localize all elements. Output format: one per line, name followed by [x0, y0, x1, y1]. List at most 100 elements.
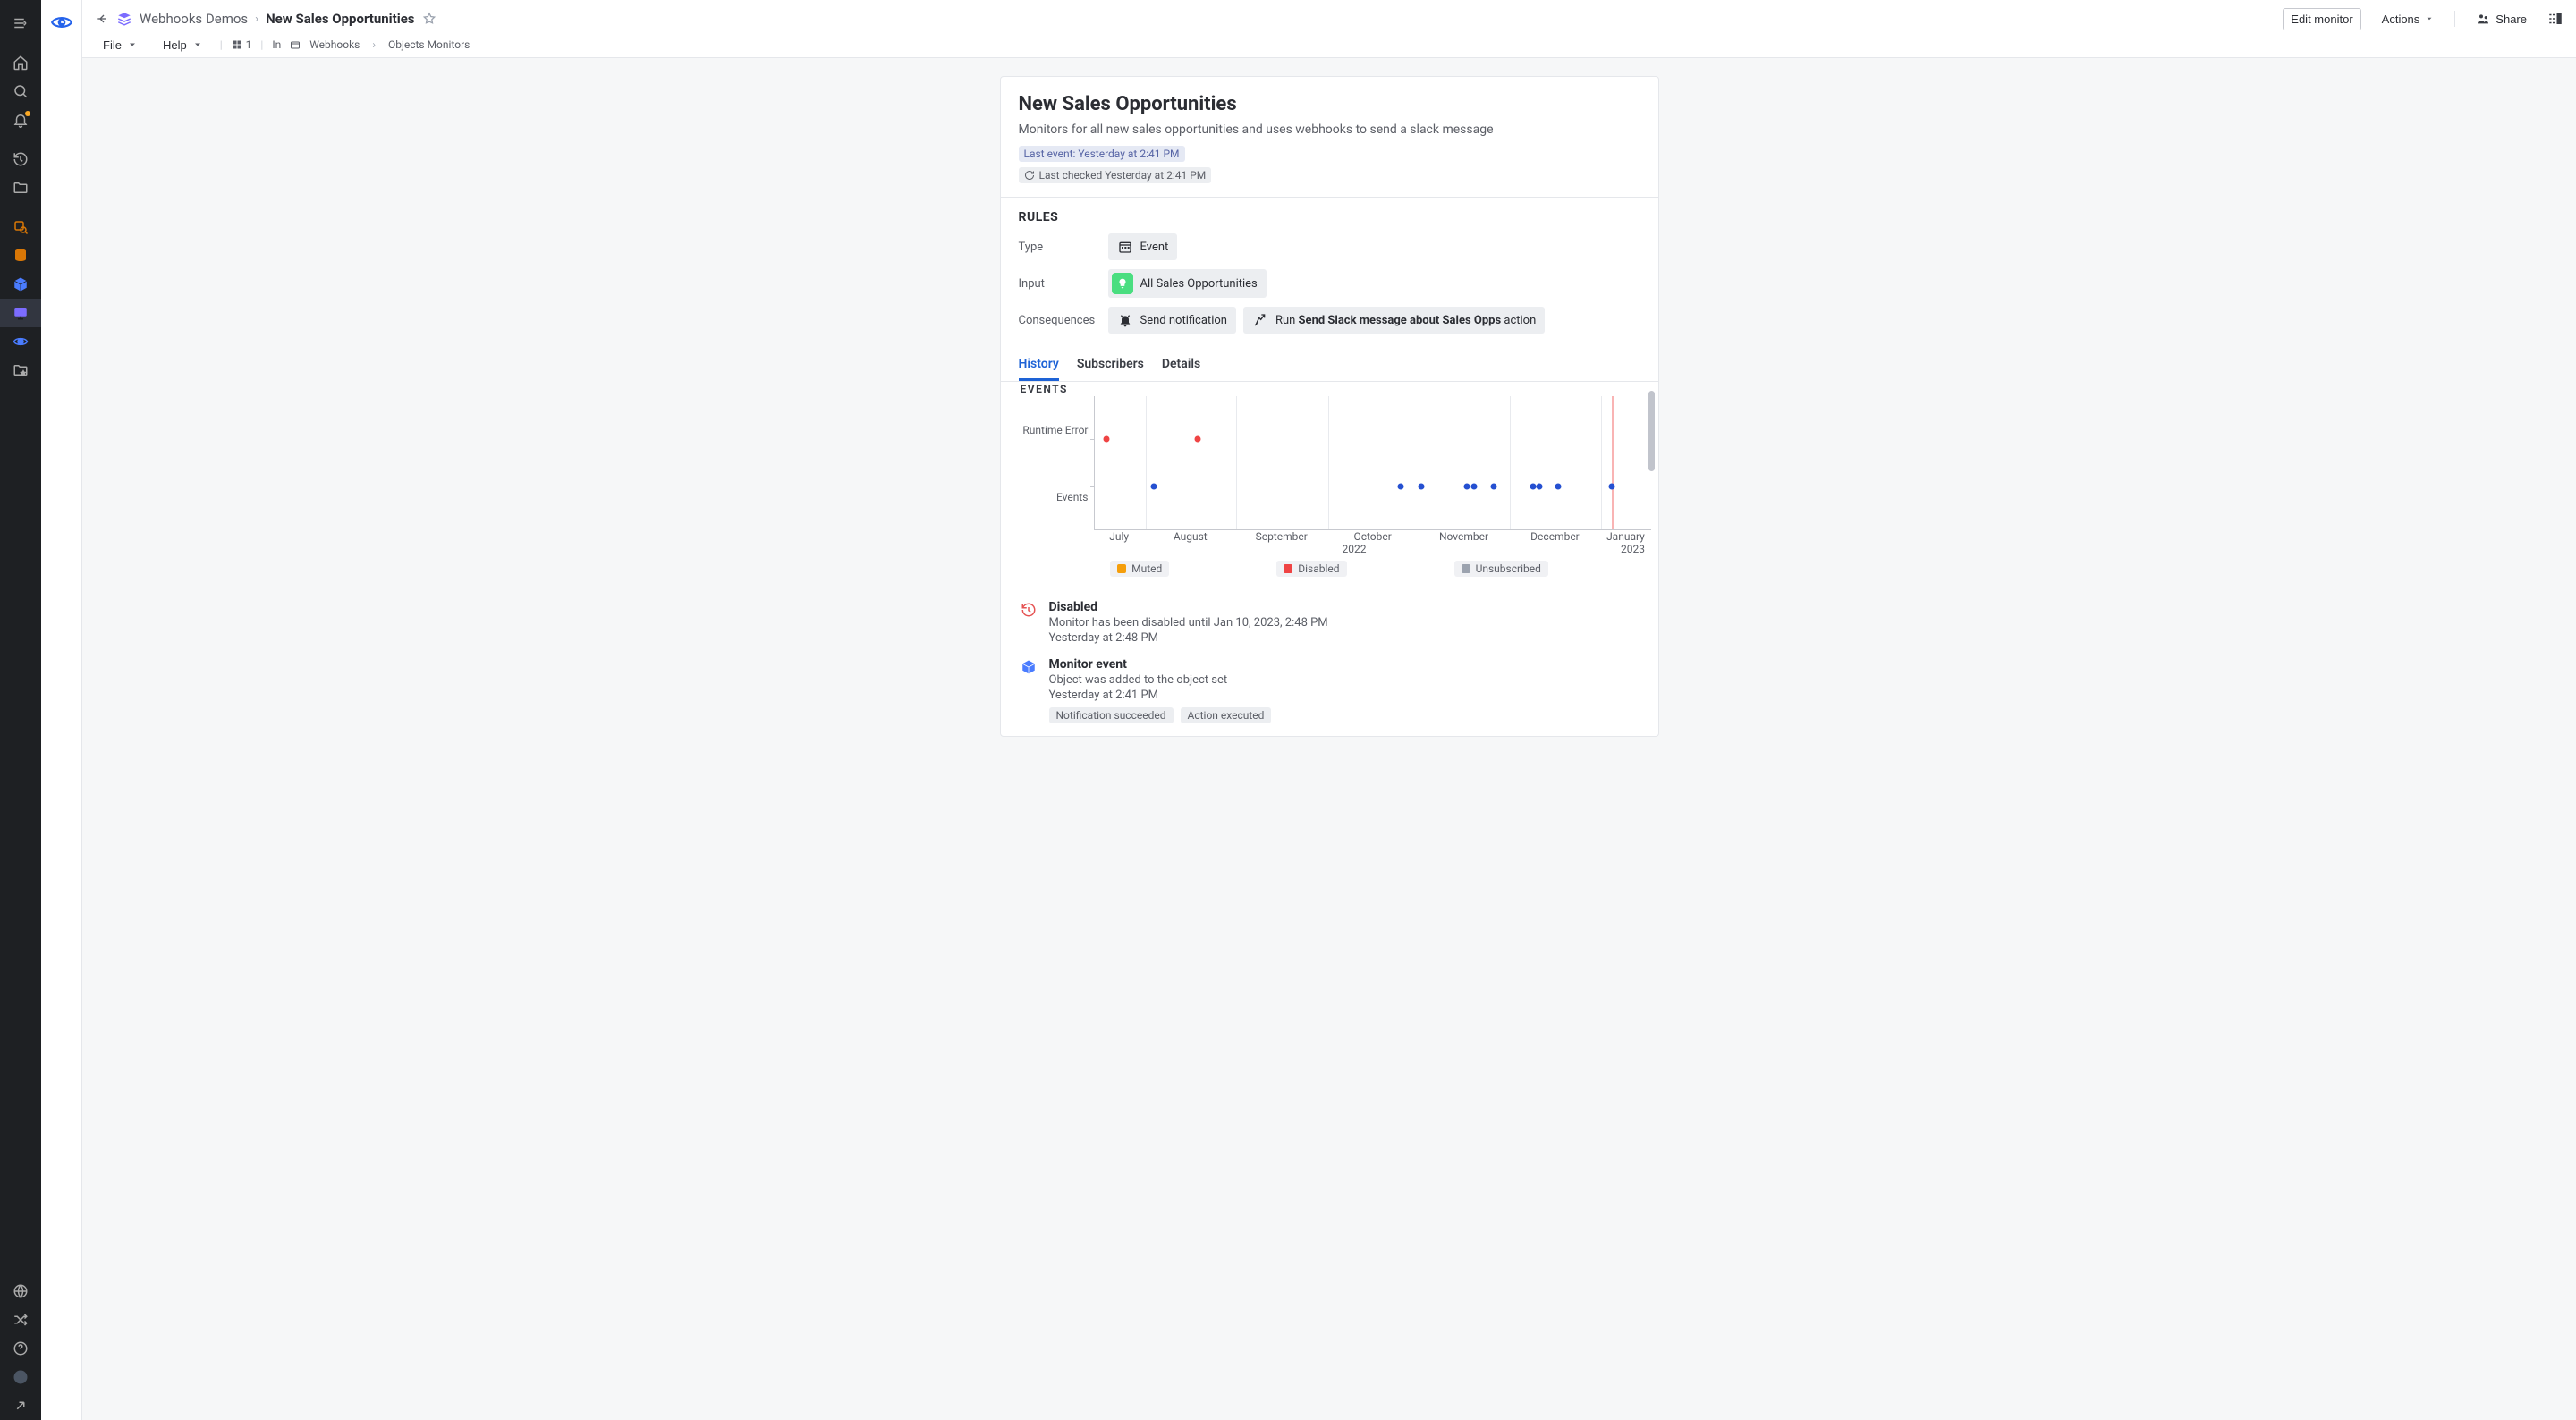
feed-title: Monitor event — [1049, 657, 1272, 672]
actions-dropdown[interactable]: Actions — [2374, 8, 2443, 30]
divider — [2454, 11, 2455, 27]
viewers-number: 1 — [246, 38, 252, 51]
lightbulb-icon — [1112, 273, 1133, 294]
explore-icon[interactable] — [0, 213, 41, 241]
ylabel-events: Events — [1008, 488, 1089, 506]
help-menu[interactable]: Help — [155, 34, 211, 56]
xlabel: January — [1600, 530, 1650, 543]
history-red-icon — [1019, 600, 1038, 645]
chart-point — [1151, 484, 1157, 490]
notification-dot — [25, 111, 30, 116]
star-icon[interactable] — [422, 12, 436, 26]
monitor-card: New Sales Opportunities Monitors for all… — [1000, 76, 1659, 737]
feed-badge: Action executed — [1181, 707, 1272, 723]
cube-blue-icon — [1019, 657, 1038, 723]
last-checked-text: Last checked Yesterday at 2:41 PM — [1039, 169, 1207, 182]
monitor-app-icon[interactable] — [0, 299, 41, 327]
input-chip[interactable]: All Sales Opportunities — [1108, 269, 1267, 298]
chart-plot[interactable] — [1094, 396, 1651, 530]
type-value: Event — [1140, 241, 1169, 254]
in-label: In — [272, 38, 281, 51]
rules-section: RULES Type Event Input All Sales Opportu… — [1001, 198, 1658, 334]
ylabel-runtime-error: Runtime Error — [1008, 421, 1089, 439]
tab-history[interactable]: History — [1019, 357, 1059, 381]
legend-muted: Muted — [1110, 561, 1169, 577]
chart-point — [1419, 484, 1425, 490]
content: New Sales Opportunities Monitors for all… — [82, 58, 2576, 1420]
history-icon[interactable] — [0, 145, 41, 173]
xlabel: July — [1094, 530, 1145, 543]
chart-point — [1104, 435, 1110, 442]
xlabel: November — [1419, 530, 1510, 543]
action-icon — [1252, 312, 1268, 328]
chart-point — [1491, 484, 1497, 490]
expand-icon[interactable] — [0, 1391, 41, 1420]
chart-point — [1470, 484, 1477, 490]
year-label-2: 2023 — [1615, 543, 1651, 555]
path-0[interactable]: Webhooks — [309, 38, 360, 51]
nav-rail — [0, 0, 41, 1420]
breadcrumb-sep: › — [255, 13, 258, 26]
edit-monitor-button[interactable]: Edit monitor — [2283, 8, 2360, 30]
path-1[interactable]: Objects Monitors — [388, 38, 470, 51]
type-chip: Event — [1108, 233, 1178, 260]
help-icon[interactable] — [0, 1334, 41, 1363]
chart-point — [1194, 435, 1200, 442]
home-icon[interactable] — [0, 48, 41, 77]
globe-icon[interactable] — [0, 1277, 41, 1306]
monitor-title: New Sales Opportunities — [1019, 93, 1640, 115]
feed-desc: Object was added to the object set — [1049, 673, 1272, 687]
breadcrumb-title: New Sales Opportunities — [266, 11, 414, 27]
chart-point — [1530, 484, 1536, 490]
feed-desc: Monitor has been disabled until Jan 10, … — [1049, 616, 1328, 630]
notifications-icon[interactable] — [0, 106, 41, 134]
legend-disabled: Disabled — [1276, 561, 1346, 577]
chart-point — [1537, 484, 1543, 490]
run-action-text: Run Send Slack message about Sales Opps … — [1275, 314, 1536, 327]
last-event-badge: Last event: Yesterday at 2:41 PM — [1019, 146, 1185, 162]
tab-subscribers[interactable]: Subscribers — [1077, 357, 1144, 381]
bell-icon — [1117, 312, 1133, 328]
app-rail — [41, 0, 82, 1420]
user-avatar[interactable] — [0, 1363, 41, 1391]
xlabel: October — [1327, 530, 1419, 543]
folder-icon[interactable] — [0, 173, 41, 202]
chart-point — [1398, 484, 1404, 490]
breadcrumb-folder[interactable]: Webhooks Demos — [140, 11, 248, 27]
search-icon[interactable] — [0, 77, 41, 106]
panel-toggle-icon[interactable] — [2547, 11, 2563, 27]
consequences-label: Consequences — [1019, 314, 1108, 327]
send-notification-chip: Send notification — [1108, 307, 1236, 334]
shuffle-icon[interactable] — [0, 1306, 41, 1334]
send-notification-text: Send notification — [1140, 314, 1227, 327]
database-icon[interactable] — [0, 241, 41, 270]
year-label-1: 2022 — [1094, 543, 1615, 555]
watch-icon[interactable] — [0, 327, 41, 356]
input-value: All Sales Opportunities — [1140, 277, 1258, 291]
feed-time: Yesterday at 2:41 PM — [1049, 689, 1272, 702]
tab-details[interactable]: Details — [1162, 357, 1200, 381]
chart-point — [1608, 484, 1614, 490]
chart-point — [1555, 484, 1561, 490]
run-action-chip: Run Send Slack message about Sales Opps … — [1243, 307, 1545, 334]
stack-icon — [116, 11, 132, 27]
chart-point — [1464, 484, 1470, 490]
menu-toggle[interactable] — [0, 9, 41, 38]
calendar-icon — [1117, 239, 1133, 255]
tabs: History Subscribers Details — [1001, 342, 1658, 382]
xlabel: August — [1145, 530, 1236, 543]
monitor-description: Monitors for all new sales opportunities… — [1019, 123, 1640, 137]
favorites-icon[interactable] — [0, 356, 41, 385]
event-feed: Disabled Monitor has been disabled until… — [1001, 587, 1658, 723]
events-chart: EVENTS Runtime Error Events — [1001, 382, 1658, 587]
back-icon[interactable] — [95, 12, 109, 26]
share-button[interactable]: Share — [2468, 7, 2535, 30]
main: Webhooks Demos › New Sales Opportunities… — [82, 0, 2576, 1420]
scrollbar[interactable] — [1648, 391, 1655, 471]
last-checked-badge: Last checked Yesterday at 2:41 PM — [1019, 167, 1212, 183]
xlabel: December — [1510, 530, 1601, 543]
feed-item: Disabled Monitor has been disabled until… — [1019, 600, 1640, 645]
file-menu[interactable]: File — [95, 34, 146, 56]
object-icon[interactable] — [0, 270, 41, 299]
input-label: Input — [1019, 277, 1108, 291]
